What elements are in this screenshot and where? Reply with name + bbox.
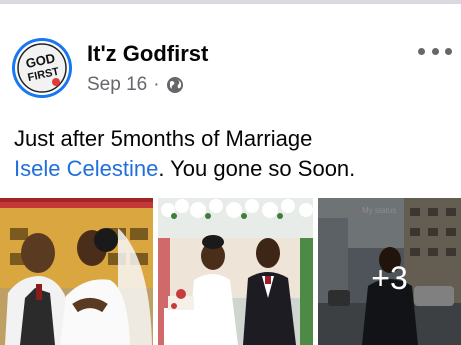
post-text-line-2: Isele Celestine. You gone so Soon. [14, 154, 454, 184]
avatar[interactable]: GOD FIRST [12, 38, 72, 98]
post-text-line-2-rest: . You gone so Soon. [158, 156, 356, 181]
photo-1[interactable] [0, 198, 153, 345]
godfirst-logo: GOD FIRST [15, 41, 69, 95]
meta-separator: · [153, 74, 160, 95]
post-message: Just after 5months of Marriage Isele Cel… [14, 124, 454, 184]
top-divider [0, 0, 461, 4]
photo-2[interactable] [158, 198, 313, 345]
photo-3-more[interactable]: My status +3 [318, 198, 461, 345]
post-author[interactable]: It'z Godfirst [87, 41, 208, 67]
ellipsis-dot [445, 47, 452, 55]
more-options-button[interactable] [418, 38, 452, 64]
ellipsis-dot [431, 47, 439, 55]
globe-icon[interactable] [166, 76, 184, 94]
post-date[interactable]: Sep 16 [87, 74, 147, 96]
wedding-photo-cake [158, 198, 313, 345]
mention-link[interactable]: Isele Celestine [14, 156, 158, 181]
more-photos-count: +3 [371, 260, 408, 296]
post-meta: Sep 16 · [87, 73, 184, 97]
ellipsis-icon [418, 47, 425, 55]
wedding-photo-kiss [0, 198, 153, 345]
post-text-line-1: Just after 5months of Marriage [14, 126, 313, 151]
